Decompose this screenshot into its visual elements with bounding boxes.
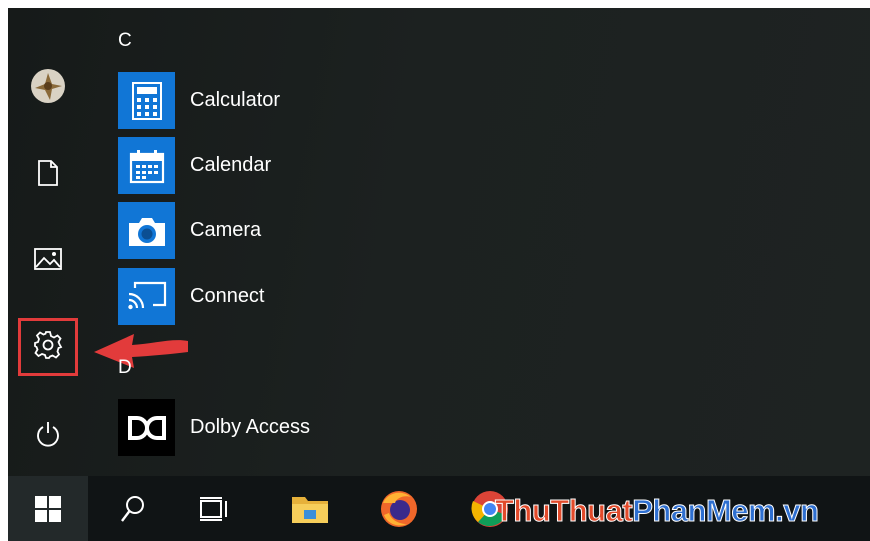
documents-icon bbox=[37, 160, 58, 186]
dolby-icon bbox=[127, 415, 166, 440]
app-camera[interactable]: Camera bbox=[118, 202, 538, 259]
power-icon bbox=[36, 422, 59, 447]
group-header-d[interactable]: D bbox=[118, 357, 132, 379]
pictures-button[interactable] bbox=[8, 229, 87, 289]
calendar-tile bbox=[118, 137, 175, 194]
file-explorer-icon bbox=[292, 496, 328, 523]
power-button[interactable] bbox=[8, 404, 87, 464]
watermark-logo: ThuThuatPhanMem.vn bbox=[494, 493, 820, 529]
calendar-icon bbox=[129, 149, 164, 183]
pictures-icon bbox=[33, 248, 62, 270]
windows-start-icon bbox=[35, 495, 61, 522]
settings-button[interactable] bbox=[8, 315, 87, 375]
app-label: Calculator bbox=[190, 89, 281, 111]
connect-tile bbox=[118, 268, 175, 325]
watermark-part-1: ThuThuat bbox=[494, 493, 633, 529]
app-dolby-access[interactable]: Dolby Access bbox=[118, 399, 538, 456]
start-menu: C Calculator Calendar Camera Connect D D… bbox=[8, 8, 870, 476]
gear-icon bbox=[33, 331, 62, 359]
file-explorer-button[interactable] bbox=[278, 476, 342, 541]
pointer-arrow-annotation bbox=[94, 334, 188, 368]
documents-button[interactable] bbox=[8, 143, 87, 203]
calculator-icon bbox=[131, 81, 162, 120]
app-calendar[interactable]: Calendar bbox=[118, 137, 538, 194]
app-label: Camera bbox=[190, 219, 262, 241]
group-header-c[interactable]: C bbox=[118, 30, 132, 52]
search-icon bbox=[121, 495, 144, 522]
task-view-icon bbox=[200, 496, 227, 521]
camera-icon bbox=[128, 217, 165, 246]
firefox-button[interactable] bbox=[367, 476, 431, 541]
connect-icon bbox=[127, 281, 166, 309]
app-label: Connect bbox=[190, 285, 265, 307]
app-calculator[interactable]: Calculator bbox=[118, 72, 538, 129]
camera-tile bbox=[118, 202, 175, 259]
search-button[interactable] bbox=[101, 476, 165, 541]
task-view-button[interactable] bbox=[182, 476, 246, 541]
start-menu-rail bbox=[8, 8, 87, 476]
start-button[interactable] bbox=[8, 476, 88, 541]
app-label: Dolby Access bbox=[190, 416, 311, 438]
app-connect[interactable]: Connect bbox=[118, 268, 538, 325]
app-label: Calendar bbox=[190, 154, 272, 176]
user-avatar bbox=[30, 69, 65, 103]
firefox-icon bbox=[381, 490, 417, 527]
watermark-part-2: PhanMem.vn bbox=[632, 493, 820, 529]
calculator-tile bbox=[118, 72, 175, 129]
user-account-button[interactable] bbox=[8, 56, 87, 116]
dolby-tile bbox=[118, 399, 175, 456]
